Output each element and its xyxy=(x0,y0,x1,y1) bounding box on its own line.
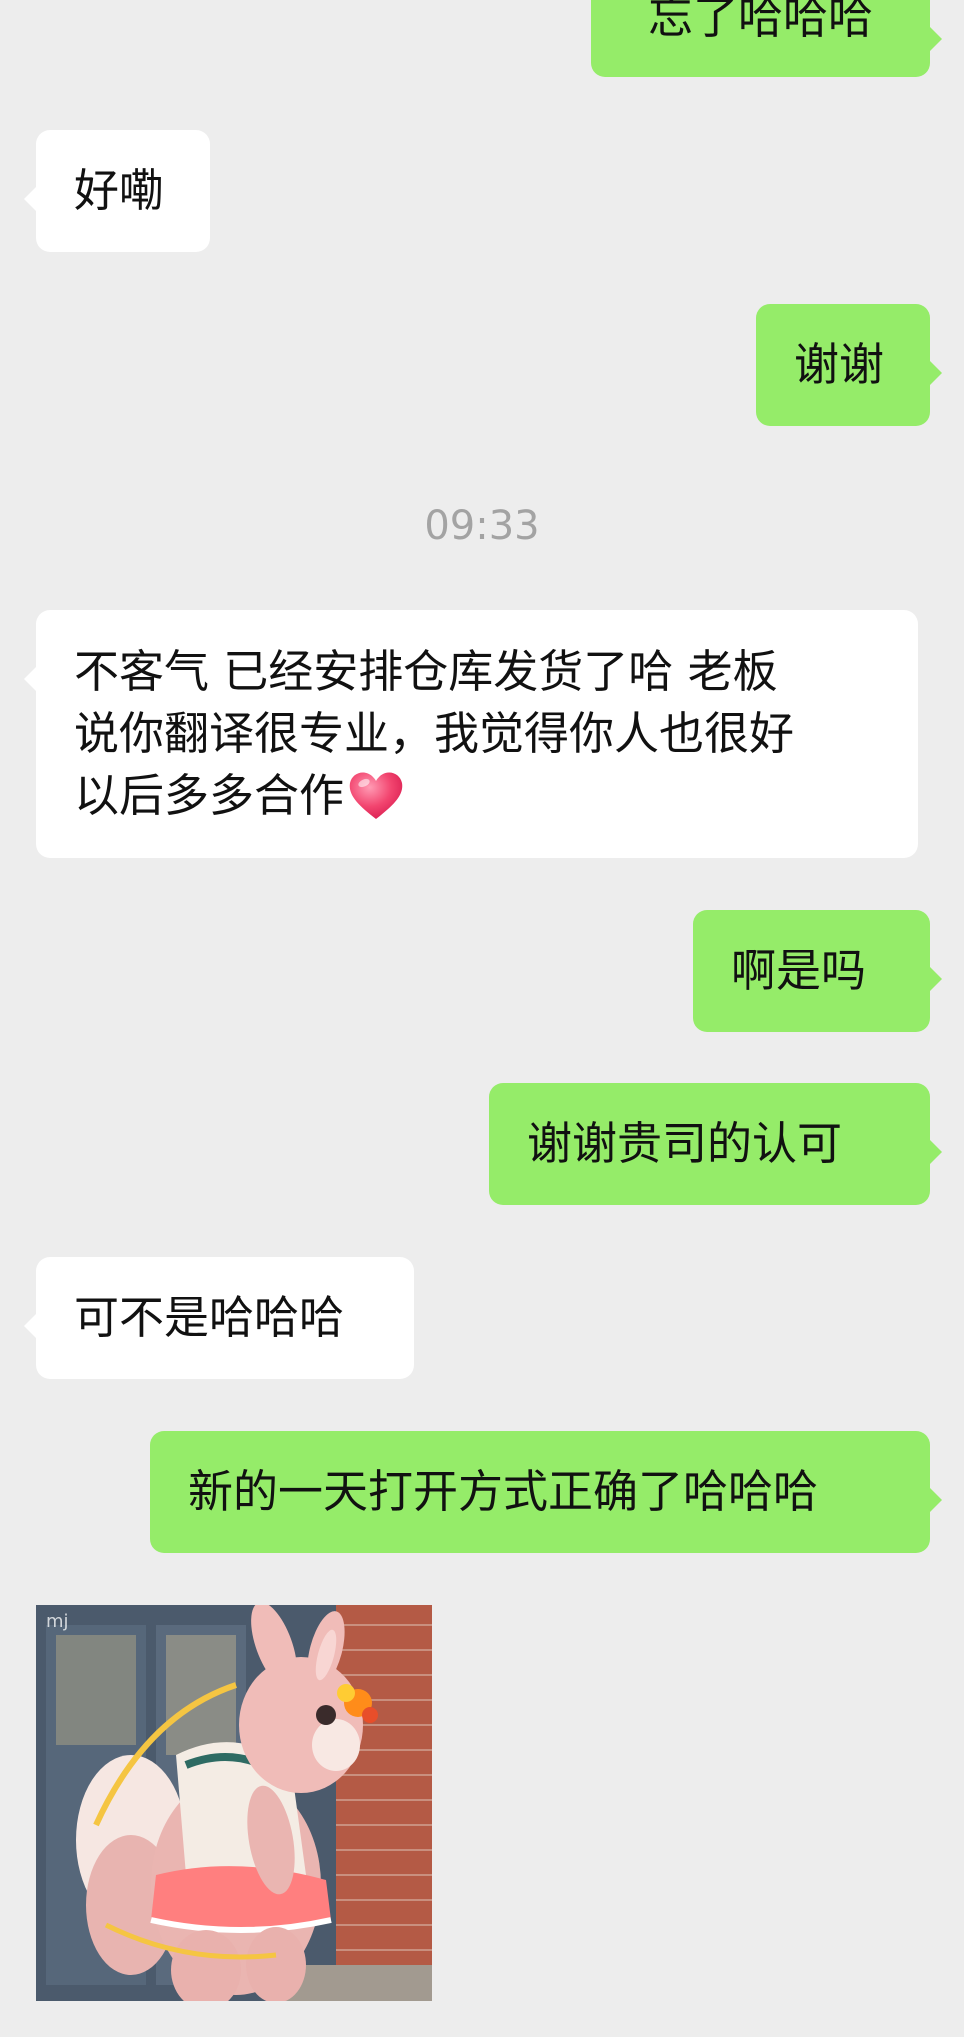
message-timestamp: 09:33 xyxy=(424,503,540,549)
pink-fox-mascot-sticker-icon xyxy=(36,1605,432,2001)
message-text: 啊是吗 xyxy=(731,944,867,997)
message-bubble-sent[interactable]: 新的一天打开方式正确了哈哈哈 xyxy=(150,1431,942,1553)
message-bubble-sent[interactable]: 谢谢 xyxy=(756,304,942,426)
sticker-watermark: mj xyxy=(46,1611,69,1632)
message-bubble-sent[interactable]: 啊是吗 xyxy=(693,910,942,1032)
heart-emoji-icon xyxy=(349,772,403,819)
message-bubble-received[interactable]: 不客气 已经安排仓库发货了哈 老板 说你翻译很专业，我觉得你人也很好 以后多多合… xyxy=(24,610,918,858)
message-text: 谢谢 xyxy=(794,338,885,391)
message-bubble-sent[interactable]: 谢谢贵司的认可 xyxy=(489,1083,942,1205)
message-text: 好嘞 xyxy=(74,164,165,217)
message-text: 忘了哈哈哈 xyxy=(647,0,873,44)
message-bubble-received[interactable]: 好嘞 xyxy=(24,130,210,252)
message-bubble-received[interactable]: 可不是哈哈哈 xyxy=(24,1257,414,1379)
message-text: 谢谢贵司的认可 xyxy=(527,1117,843,1170)
sticker-image[interactable]: mj xyxy=(36,1605,432,2001)
message-text-line: 以后多多合作 xyxy=(74,769,345,822)
message-text: 可不是哈哈哈 xyxy=(74,1291,345,1344)
message-bubble-sent[interactable]: 忘了哈哈哈 xyxy=(591,0,942,77)
message-text-line: 不客气 已经安排仓库发货了哈 老板 xyxy=(74,645,778,698)
message-text-line: 说你翻译很专业，我觉得你人也很好 xyxy=(74,707,795,760)
message-text: 新的一天打开方式正确了哈哈哈 xyxy=(188,1465,819,1518)
